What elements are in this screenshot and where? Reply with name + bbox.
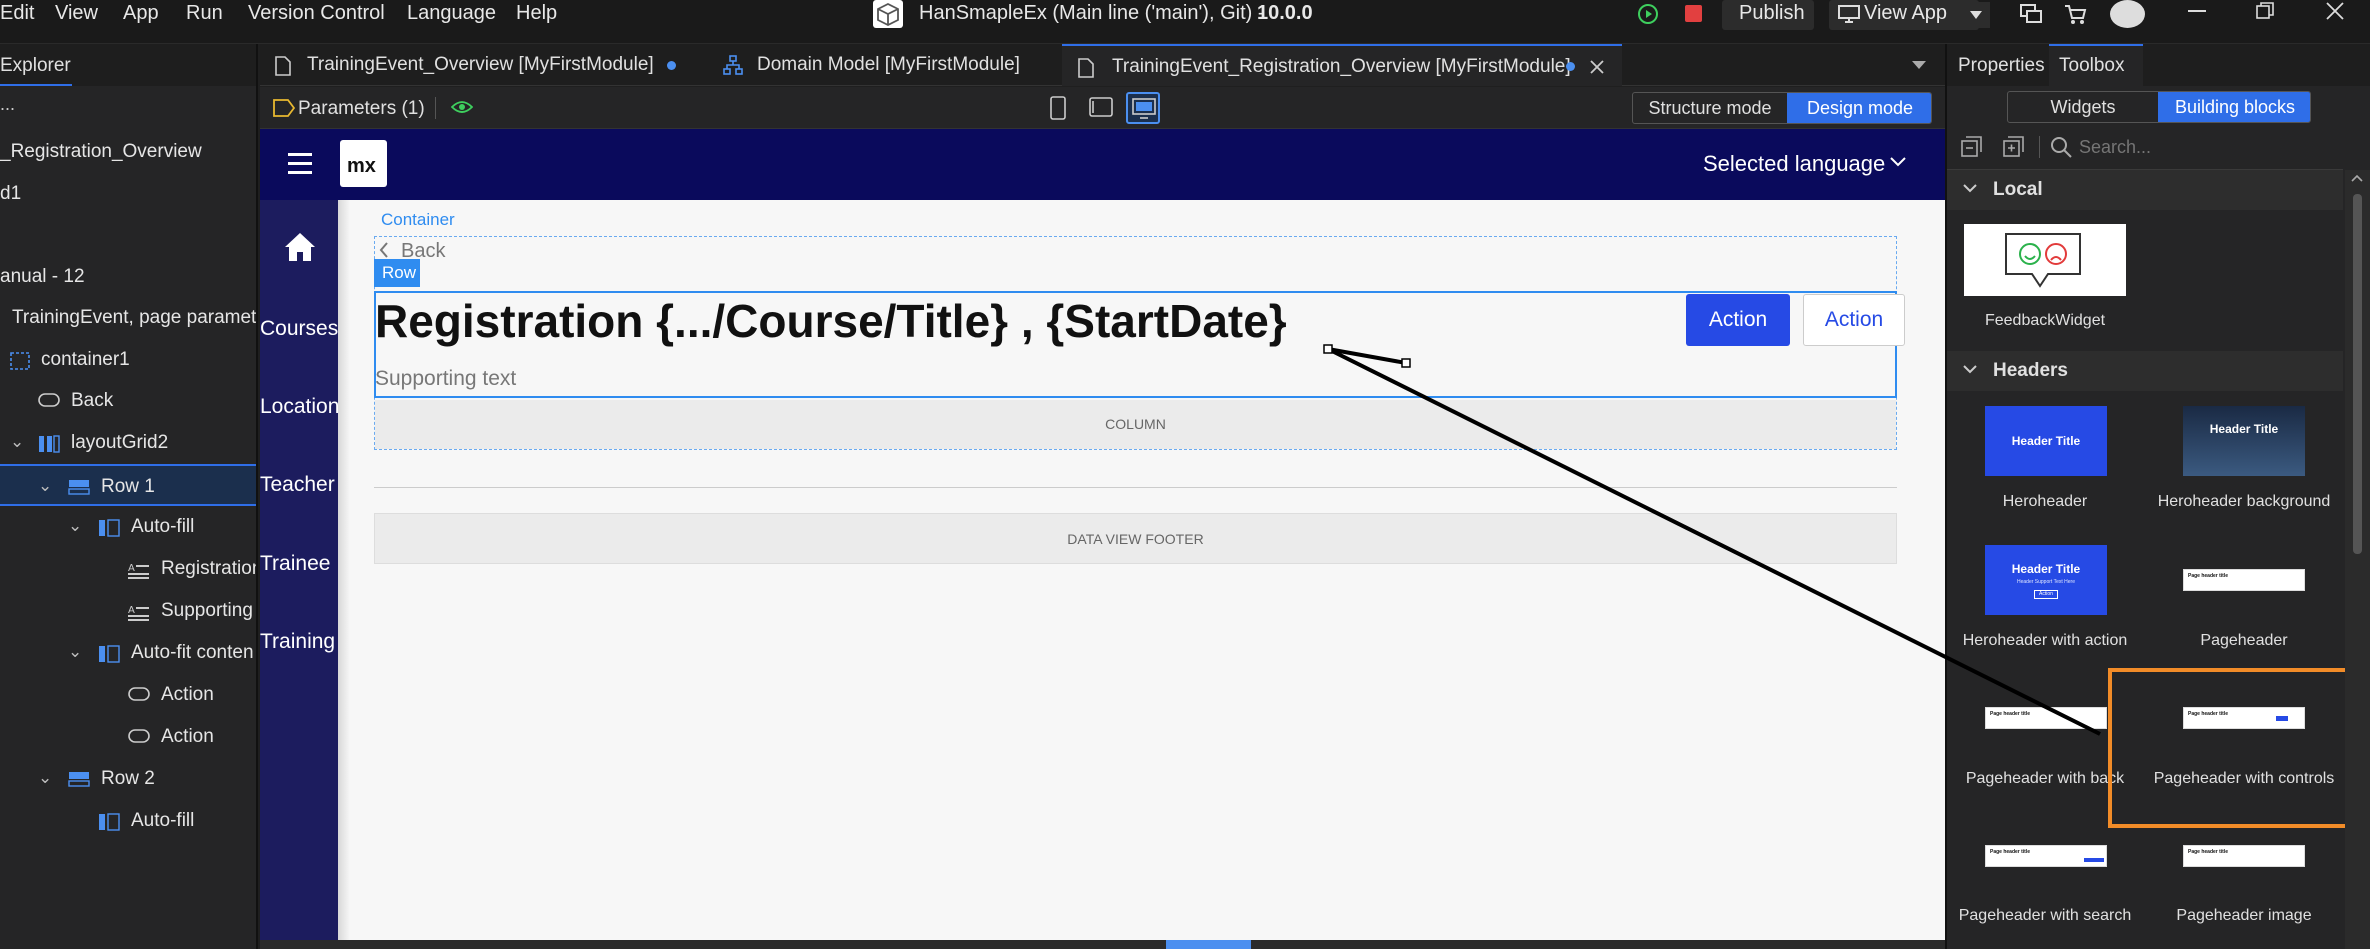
drag-drop-line: [1323, 344, 2101, 736]
